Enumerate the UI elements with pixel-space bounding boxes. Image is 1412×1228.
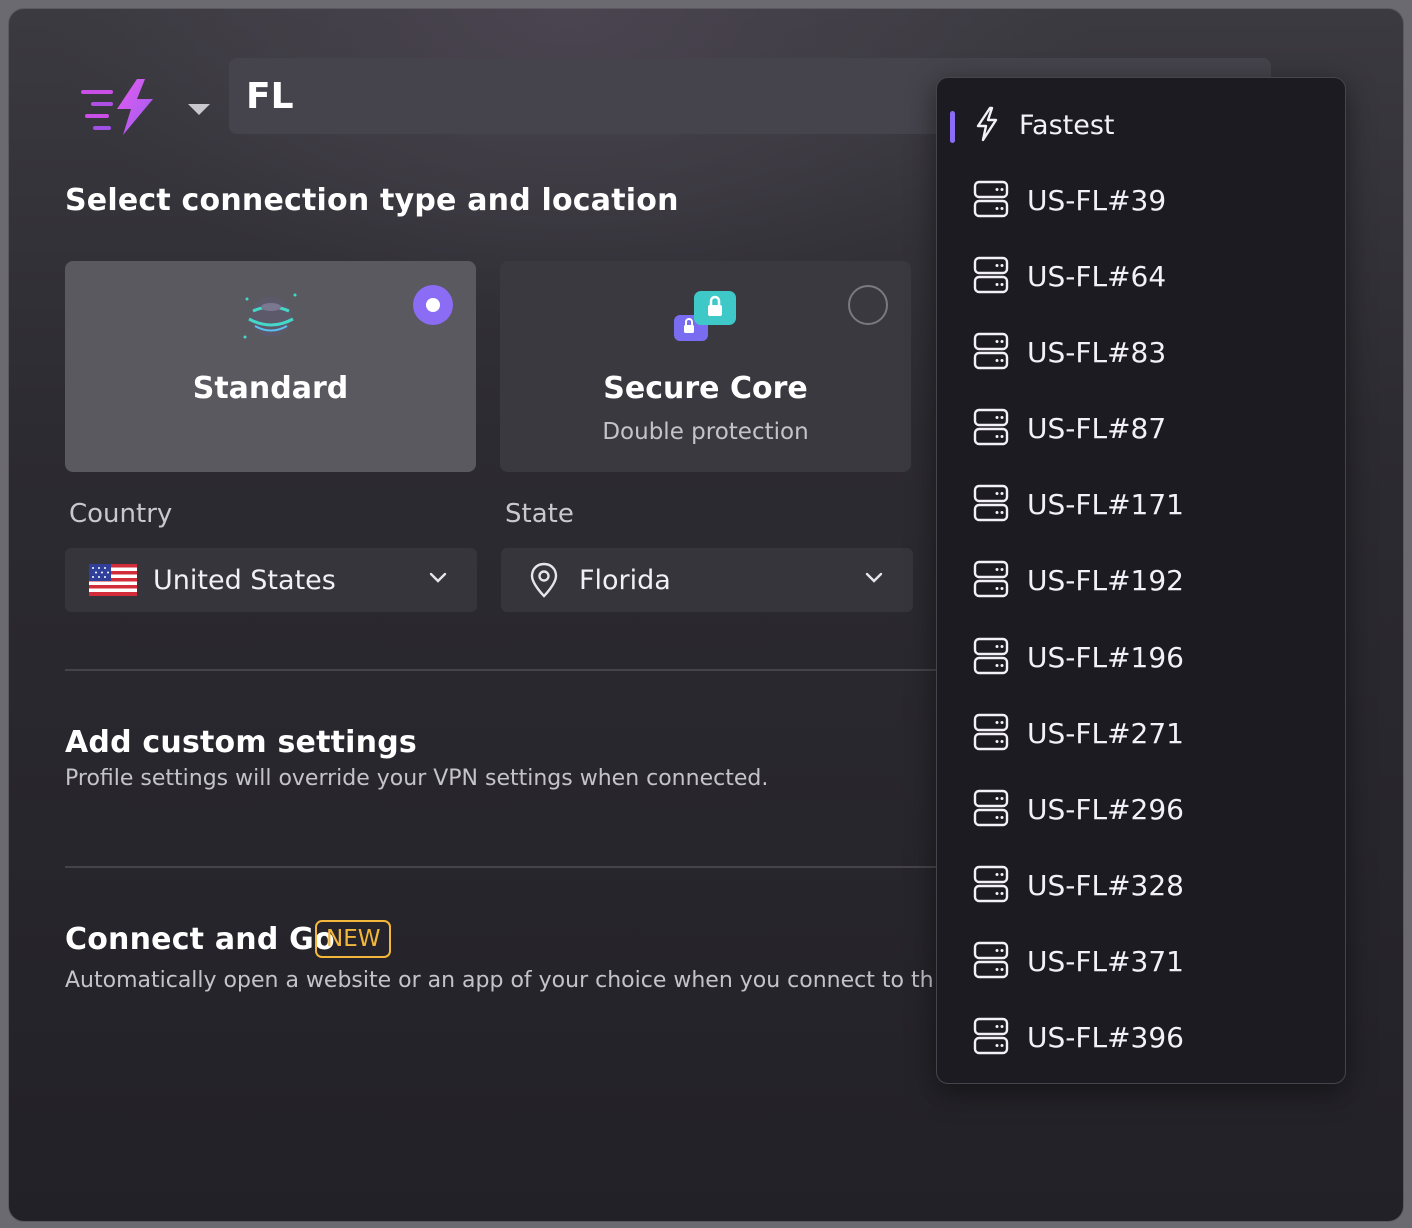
server-option[interactable]: US-FL#271 <box>937 699 1345 769</box>
server-icon <box>973 1017 1009 1055</box>
server-icon <box>973 637 1009 675</box>
custom-settings-description: Profile settings will override your VPN … <box>65 766 769 791</box>
server-option-label: US-FL#83 <box>1027 336 1167 369</box>
chevron-down-icon <box>429 572 447 584</box>
connection-type-heading: Select connection type and location <box>65 183 679 218</box>
server-option-label: US-FL#328 <box>1027 869 1184 902</box>
state-value: Florida <box>579 564 671 596</box>
standard-radio-selected[interactable] <box>413 285 453 325</box>
divider <box>65 866 945 868</box>
state-label: State <box>505 499 574 529</box>
secure-core-subtitle: Double protection <box>602 419 809 445</box>
server-option-label: US-FL#171 <box>1027 488 1184 521</box>
server-option-label: US-FL#196 <box>1027 641 1184 674</box>
server-option-label: US-FL#296 <box>1027 793 1184 826</box>
country-label: Country <box>69 499 173 529</box>
server-option[interactable]: US-FL#371 <box>937 927 1345 997</box>
profile-editor-window: Select connection type and location Stan… <box>8 8 1404 1222</box>
server-option[interactable]: US-FL#196 <box>937 623 1345 693</box>
server-icon <box>973 256 1009 294</box>
server-icon <box>973 332 1009 370</box>
country-select[interactable]: United States <box>65 548 477 612</box>
server-icon <box>973 789 1009 827</box>
server-option-fastest[interactable]: Fastest <box>937 90 1345 160</box>
caret-down-icon <box>188 101 210 120</box>
country-value: United States <box>153 564 336 596</box>
server-icon <box>973 713 1009 751</box>
connect-and-go-title: Connect and Go <box>65 922 335 957</box>
server-icon <box>973 180 1009 218</box>
server-icon <box>973 408 1009 446</box>
lightning-icon <box>973 106 1001 142</box>
us-flag-icon <box>89 564 137 596</box>
server-icon <box>973 560 1009 598</box>
secure-core-title: Secure Core <box>603 371 808 406</box>
standard-title: Standard <box>192 371 349 406</box>
server-option-label: US-FL#87 <box>1027 412 1167 445</box>
server-icon <box>973 484 1009 522</box>
server-icon <box>973 941 1009 979</box>
server-option[interactable]: US-FL#39 <box>937 166 1345 236</box>
server-option[interactable]: US-FL#87 <box>937 394 1345 464</box>
secure-core-radio[interactable] <box>848 285 888 325</box>
divider <box>65 669 945 671</box>
connect-and-go-description: Automatically open a website or an app o… <box>65 968 935 993</box>
server-option-label: US-FL#64 <box>1027 260 1167 293</box>
server-option-label: US-FL#371 <box>1027 945 1184 978</box>
secure-core-lock-icon <box>672 289 738 349</box>
location-pin-icon <box>529 561 559 599</box>
state-select[interactable]: Florida <box>501 548 913 612</box>
secure-core-connection-card[interactable]: Secure Core Double protection <box>500 261 911 472</box>
server-option-label: US-FL#396 <box>1027 1021 1184 1054</box>
custom-settings-title[interactable]: Add custom settings <box>65 725 417 760</box>
profile-icon-dropdown-button[interactable] <box>179 95 219 125</box>
server-option[interactable]: US-FL#192 <box>937 546 1345 616</box>
server-option[interactable]: US-FL#328 <box>937 851 1345 921</box>
new-badge: NEW <box>315 920 392 958</box>
selection-indicator <box>950 111 955 143</box>
server-option-label: US-FL#192 <box>1027 564 1184 597</box>
chevron-down-icon <box>865 572 883 584</box>
standard-connection-card[interactable]: Standard <box>65 261 476 472</box>
server-option-label: Fastest <box>1019 110 1115 141</box>
server-option-label: US-FL#39 <box>1027 184 1167 217</box>
server-dropdown: Fastest US-FL#39 US-FL#64 US-FL#83 US-FL… <box>936 77 1346 1084</box>
server-option[interactable]: US-FL#64 <box>937 242 1345 312</box>
server-option[interactable]: US-FL#171 <box>937 470 1345 540</box>
server-option[interactable]: US-FL#396 <box>937 1003 1345 1073</box>
server-option-label: US-FL#271 <box>1027 717 1184 750</box>
profile-lightning-icon[interactable] <box>79 77 165 139</box>
globe-icon <box>239 287 303 349</box>
server-option[interactable]: US-FL#83 <box>937 318 1345 388</box>
server-icon <box>973 865 1009 903</box>
server-option[interactable]: US-FL#296 <box>937 775 1345 845</box>
